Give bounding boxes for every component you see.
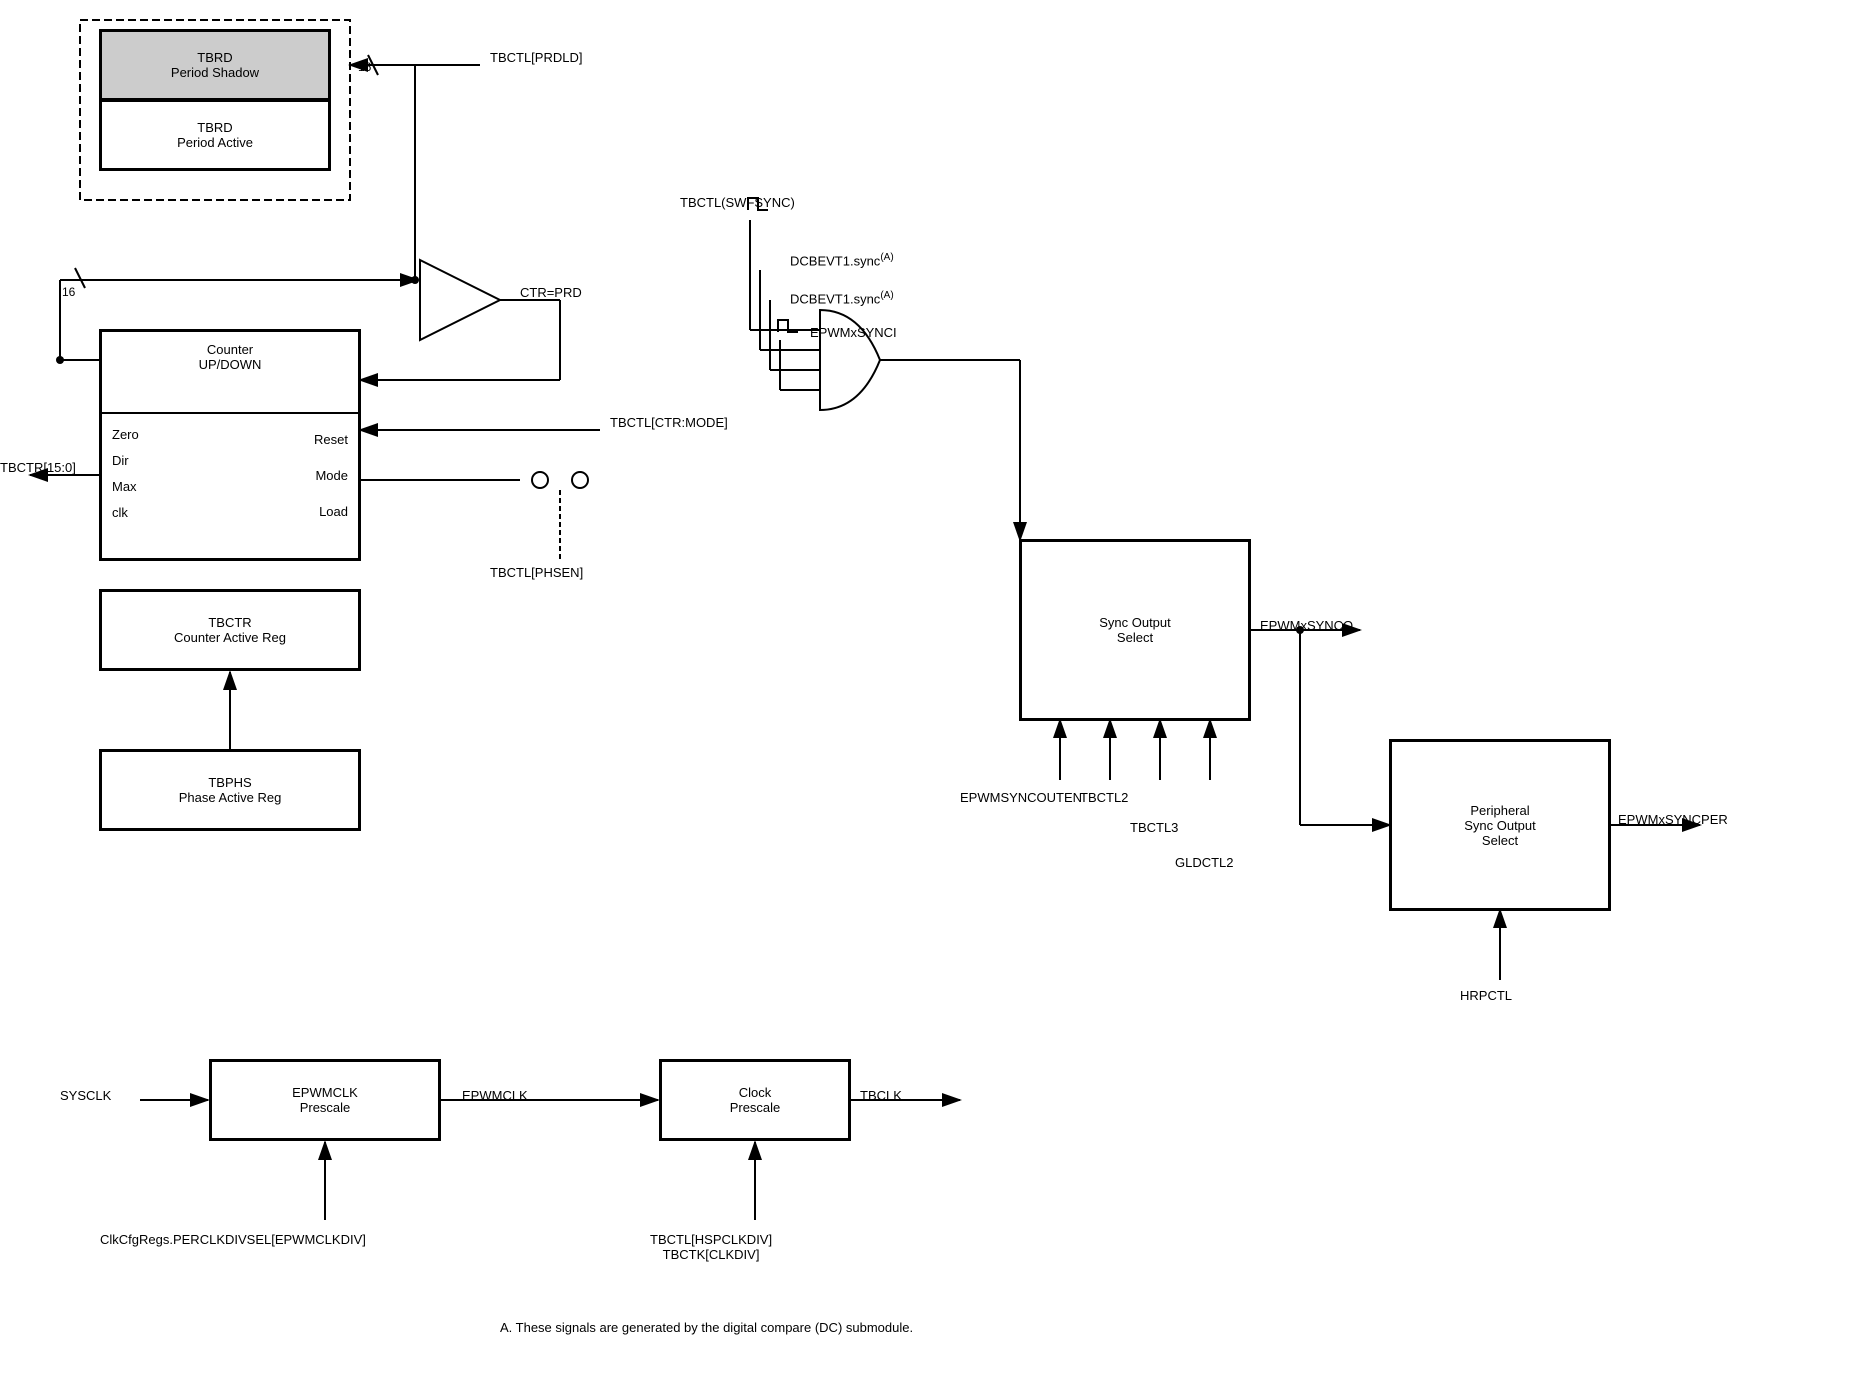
peripheral-sync-label2: Sync Output [1464, 818, 1536, 833]
tbctl2-label: TBCTL2 [1080, 790, 1128, 805]
diagram-svg [0, 0, 1869, 1378]
tbrd-shadow-label2: Period Shadow [171, 65, 259, 80]
tbctl-phsen-label: TBCTL[PHSEN] [490, 565, 583, 580]
clock-prescale-label2: Prescale [730, 1100, 781, 1115]
counter-load-label: Load [314, 494, 348, 530]
tbctl-prdld-label: TBCTL[PRDLD] [490, 50, 582, 65]
bus-16-counter: 16 [62, 285, 75, 299]
epwmsyncouten-label: EPWMSYNCOUTEN [960, 790, 1082, 805]
tbctr-box-label2: Counter Active Reg [174, 630, 286, 645]
sync-output-select-box: Sync Output Select [1020, 540, 1250, 720]
counter-mode-label: Mode [314, 458, 348, 494]
counter-box: Counter UP/DOWN Zero Dir Max clk Reset M… [100, 330, 360, 560]
peripheral-sync-label1: Peripheral [1470, 803, 1529, 818]
tbctl-swfsync-label: TBCTL(SWFSYNC) [680, 195, 795, 210]
tbphs-box: TBPHS Phase Active Reg [100, 750, 360, 830]
tbctl3-label: TBCTL3 [1130, 820, 1178, 835]
counter-zero-label: Zero [112, 422, 139, 448]
epwmclk-label1: EPWMCLK [292, 1085, 358, 1100]
footnote: A. These signals are generated by the di… [500, 1320, 913, 1335]
clkcfgregs-label: ClkCfgRegs.PERCLKDIVSEL[EPWMCLKDIV] [100, 1232, 366, 1247]
peripheral-sync-label3: Select [1482, 833, 1518, 848]
hrpctl-label: HRPCTL [1460, 988, 1512, 1003]
dcbevt1-sync-2-label: DCBEVT1.sync(A) [790, 290, 894, 306]
tbrd-active-label2: Period Active [177, 135, 253, 150]
counter-clk-label: clk [112, 500, 139, 526]
counter-dir-label: Dir [112, 448, 139, 474]
counter-label1: Counter [207, 342, 253, 357]
tbctr-box-label1: TBCTR [208, 615, 251, 630]
tbphs-box-label1: TBPHS [208, 775, 251, 790]
tbctl-ctr-mode-label: TBCTL[CTR:MODE] [610, 415, 728, 430]
ctr-prd-label: CTR=PRD [520, 285, 582, 300]
bus-16-top: 16 [358, 60, 371, 74]
epwmclk-prescale-box: EPWMCLK Prescale [210, 1060, 440, 1140]
tbrd-shadow-box: TBRD Period Shadow [100, 30, 330, 100]
epwmclk-label2: Prescale [300, 1100, 351, 1115]
clock-prescale-label1: Clock [739, 1085, 772, 1100]
tbrd-active-box: TBRD Period Active [100, 100, 330, 170]
clock-prescale-box: Clock Prescale [660, 1060, 850, 1140]
tbclk-label: TBCLK [860, 1088, 902, 1103]
tbctr-label: TBCTR[15:0] [0, 460, 76, 475]
epwmxsynco-label: EPWMxSYNCO [1260, 618, 1353, 633]
sup-a1: (A) [880, 252, 893, 263]
sysclk-label: SYSCLK [60, 1088, 111, 1103]
epwmclk-signal-label: EPWMCLK [462, 1088, 528, 1103]
gldctl2-label: GLDCTL2 [1175, 855, 1234, 870]
sup-a2: (A) [880, 290, 893, 301]
tbphs-box-label2: Phase Active Reg [179, 790, 282, 805]
tbrd-shadow-label1: TBRD [197, 50, 232, 65]
sync-output-label2: Select [1117, 630, 1153, 645]
counter-max-label: Max [112, 474, 139, 500]
sync-output-label1: Sync Output [1099, 615, 1171, 630]
counter-label2: UP/DOWN [199, 357, 262, 372]
tbctr-box: TBCTR Counter Active Reg [100, 590, 360, 670]
epwmxsynci-label: EPWMxSYNCI [810, 325, 897, 340]
tbrd-active-label1: TBRD [197, 120, 232, 135]
diagram-container: TBRD Period Shadow TBRD Period Active TB… [0, 0, 1869, 1378]
peripheral-sync-box: Peripheral Sync Output Select [1390, 740, 1610, 910]
tbctl-hspclkdiv-label: TBCTL[HSPCLKDIV] TBCTK[CLKDIV] [650, 1232, 772, 1262]
epwmxsyncper-label: EPWMxSYNCPER [1618, 812, 1728, 827]
counter-reset-label: Reset [314, 422, 348, 458]
dcbevt1-sync-1-label: DCBEVT1.sync(A) [790, 252, 894, 268]
